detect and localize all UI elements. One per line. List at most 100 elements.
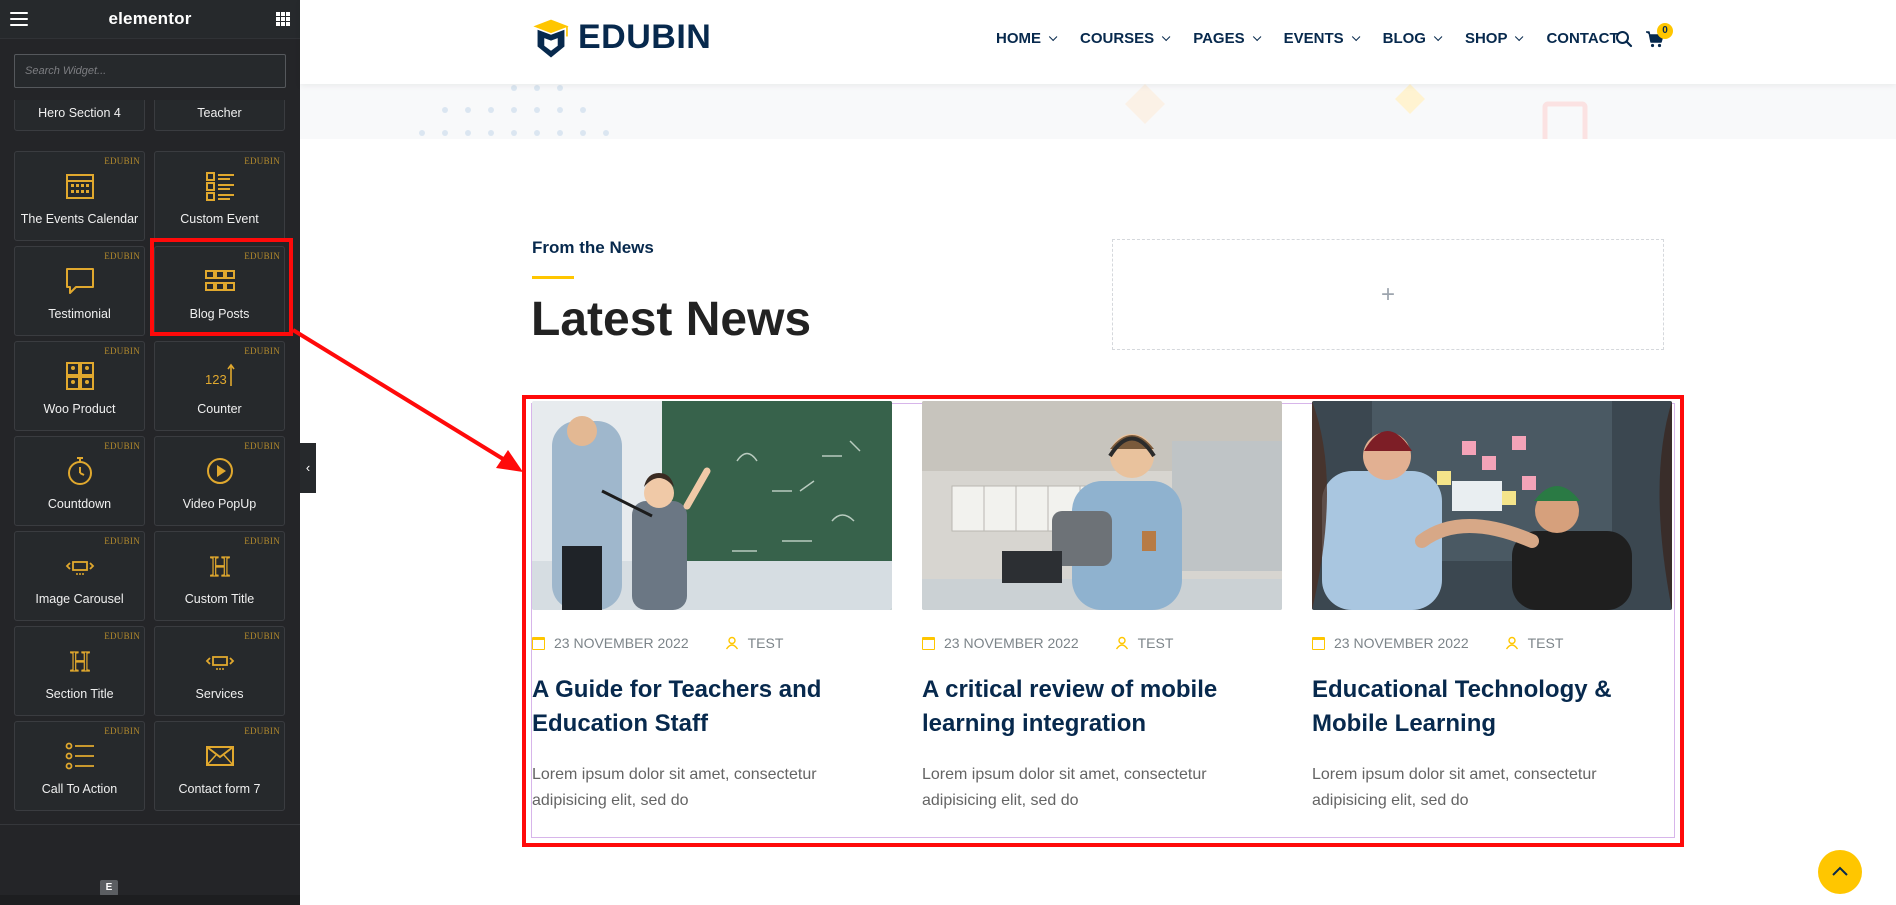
post-author[interactable]: TEST xyxy=(1138,635,1174,651)
widget-call-to-action[interactable]: EDUBIN Call To Action xyxy=(14,721,145,811)
nav-contact[interactable]: CONTACT xyxy=(1546,30,1618,47)
panel-footer-bar xyxy=(0,895,300,905)
blog-post-card[interactable]: 23 NOVEMBER 2022 TEST Educational Techno… xyxy=(1312,401,1672,809)
blog-post-card[interactable]: 23 NOVEMBER 2022 TEST A Guide for Teache… xyxy=(532,401,892,809)
user-icon xyxy=(1115,636,1128,650)
nav-label: SHOP xyxy=(1464,30,1508,47)
counter-icon-text: 123 xyxy=(205,372,227,387)
user-icon xyxy=(725,636,738,650)
widget-events-calendar[interactable]: EDUBIN The Events Calendar xyxy=(14,151,145,241)
post-meta: 23 NOVEMBER 2022 TEST xyxy=(532,635,892,651)
post-meta: 23 NOVEMBER 2022 TEST xyxy=(922,635,1282,651)
widget-services[interactable]: EDUBIN Services xyxy=(154,626,285,716)
post-title[interactable]: A Guide for Teachers and Education Staff xyxy=(532,673,902,741)
search-widget-input[interactable] xyxy=(14,54,286,88)
nav-label: HOME xyxy=(996,30,1041,47)
search-icon[interactable] xyxy=(1615,30,1633,48)
widget-contact-form-7[interactable]: EDUBIN Contact form 7 xyxy=(154,721,285,811)
widget-counter[interactable]: EDUBIN 123 Counter xyxy=(154,341,285,431)
widget-hero-section-4[interactable]: Hero Section 4 xyxy=(14,100,145,131)
elementor-panel: elementor Hero Section 4 Teacher EDUBIN … xyxy=(0,0,300,905)
speech-bubble-icon xyxy=(65,268,94,294)
widget-teacher[interactable]: Teacher xyxy=(154,100,285,131)
nav-events[interactable]: EVENTS xyxy=(1283,30,1360,47)
widget-label: Hero Section 4 xyxy=(38,106,121,120)
widget-label: Teacher xyxy=(197,106,242,120)
widget-label: Testimonial xyxy=(48,307,111,321)
widget-label: Custom Event xyxy=(180,212,259,226)
widget-badge: EDUBIN xyxy=(244,251,280,261)
post-date: 23 NOVEMBER 2022 xyxy=(944,635,1079,651)
nav-blog[interactable]: BLOG xyxy=(1382,30,1443,47)
heading-icon-text: H xyxy=(69,647,89,677)
heading-icon: H xyxy=(69,646,90,677)
post-date: 23 NOVEMBER 2022 xyxy=(1334,635,1469,651)
post-excerpt: Lorem ipsum dolor sit amet, consectetur … xyxy=(922,766,1207,809)
nav-label: CONTACT xyxy=(1546,30,1619,47)
post-author[interactable]: TEST xyxy=(748,635,784,651)
widget-badge: EDUBIN xyxy=(244,346,280,356)
main-navigation: HOME COURSES PAGES EVENTS BLOG SHOP CONT… xyxy=(996,30,1645,47)
widget-countdown[interactable]: EDUBIN Countdown xyxy=(14,436,145,526)
blog-post-card[interactable]: 23 NOVEMBER 2022 TEST A critical review … xyxy=(922,401,1282,809)
collapse-panel-button[interactable]: ‹ xyxy=(300,443,316,493)
panel-header: elementor xyxy=(0,0,300,39)
calendar-icon xyxy=(922,636,935,650)
apps-grid-icon[interactable] xyxy=(276,12,290,26)
nav-courses[interactable]: COURSES xyxy=(1080,30,1171,47)
widget-custom-title[interactable]: EDUBIN H Custom Title xyxy=(154,531,285,621)
logo-text[interactable]: EDUBIN xyxy=(578,18,711,57)
widget-label: Woo Product xyxy=(43,402,116,416)
widget-woo-product[interactable]: EDUBIN Woo Product xyxy=(14,341,145,431)
panel-footer xyxy=(0,826,300,905)
post-image-team-handshake[interactable] xyxy=(1312,401,1672,610)
nav-shop[interactable]: SHOP xyxy=(1464,30,1524,47)
chevron-down-icon xyxy=(1351,32,1360,41)
nav-label: COURSES xyxy=(1080,30,1155,47)
widget-label: Countdown xyxy=(47,497,112,511)
post-thumbnail xyxy=(922,401,1282,610)
nav-home[interactable]: HOME xyxy=(996,30,1058,47)
list-icon xyxy=(205,172,234,201)
decorative-dots-pattern xyxy=(419,84,1588,139)
widget-badge: EDUBIN xyxy=(104,346,140,356)
widget-image-carousel[interactable]: EDUBIN Image Carousel xyxy=(14,531,145,621)
widget-badge: EDUBIN xyxy=(104,156,140,166)
widget-badge: EDUBIN xyxy=(244,536,280,546)
post-date: 23 NOVEMBER 2022 xyxy=(554,635,689,651)
nav-label: PAGES xyxy=(1193,30,1245,47)
widget-video-popup[interactable]: EDUBIN Video PopUp xyxy=(154,436,285,526)
product-grid-icon xyxy=(65,362,94,390)
stopwatch-icon xyxy=(67,457,92,485)
add-widget-plus-icon[interactable]: + xyxy=(1381,281,1395,309)
post-image-teacher-chalkboard[interactable] xyxy=(532,401,892,610)
nav-pages[interactable]: PAGES xyxy=(1193,30,1261,47)
nav-label: BLOG xyxy=(1382,30,1426,47)
widget-badge: EDUBIN xyxy=(244,441,280,451)
post-title[interactable]: A critical review of mobile learning int… xyxy=(922,673,1292,741)
post-author[interactable]: TEST xyxy=(1528,635,1564,651)
edubin-logo-icon[interactable] xyxy=(530,14,572,64)
post-thumbnail xyxy=(532,401,892,610)
chevron-down-icon xyxy=(1515,32,1524,41)
post-image-student-laptop[interactable] xyxy=(922,401,1282,610)
widget-badge: EDUBIN xyxy=(104,631,140,641)
post-excerpt: Lorem ipsum dolor sit amet, consectetur … xyxy=(1312,766,1597,809)
posts-grid-icon xyxy=(204,270,235,291)
heading-icon-text: H xyxy=(209,552,229,582)
widget-section-title[interactable]: EDUBIN H Section Title xyxy=(14,626,145,716)
post-meta: 23 NOVEMBER 2022 TEST xyxy=(1312,635,1672,651)
widget-badge: EDUBIN xyxy=(104,536,140,546)
widget-blog-posts[interactable]: EDUBIN Blog Posts xyxy=(154,246,285,336)
widget-custom-event[interactable]: EDUBIN Custom Event xyxy=(154,151,285,241)
scroll-to-top-button[interactable] xyxy=(1818,850,1862,894)
widget-label: Counter xyxy=(197,402,242,416)
nav-label: EVENTS xyxy=(1283,30,1344,47)
empty-column-placeholder[interactable]: + xyxy=(1112,239,1664,350)
calendar-icon xyxy=(532,636,545,650)
post-title[interactable]: Educational Technology & Mobile Learning xyxy=(1312,673,1682,741)
widget-testimonial[interactable]: EDUBIN Testimonial xyxy=(14,246,145,336)
widget-list[interactable]: Hero Section 4 Teacher EDUBIN The Events… xyxy=(0,100,300,825)
elementor-mini-logo-icon[interactable]: E xyxy=(100,880,118,896)
chevron-down-icon xyxy=(1048,32,1058,41)
